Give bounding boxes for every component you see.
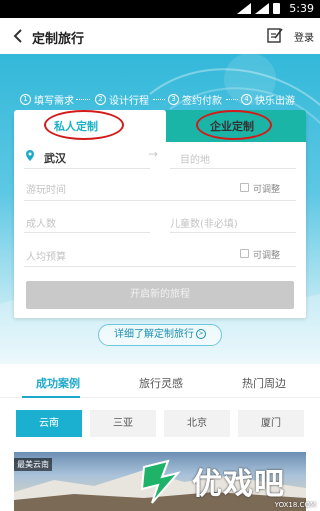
chip-yunnan[interactable]: 云南 bbox=[16, 410, 82, 437]
process-steps: 1 填写需求 2 设计行程 3 签约付款 4 快乐出游 bbox=[0, 92, 320, 108]
adjustable-checkbox[interactable] bbox=[240, 249, 249, 258]
start-journey-button[interactable]: 开启新的旅程 bbox=[26, 281, 294, 309]
adults-input[interactable]: 成人数 bbox=[26, 215, 56, 230]
location-pin-icon bbox=[26, 150, 34, 161]
battery-icon bbox=[273, 3, 280, 14]
budget-input[interactable]: 人均预算 bbox=[26, 248, 66, 263]
watermark: 优戏吧 YOX18.COM bbox=[136, 453, 320, 511]
destination-input[interactable]: 目的地 bbox=[180, 151, 210, 166]
page-title: 定制旅行 bbox=[32, 32, 85, 47]
chip-sanya[interactable]: 三亚 bbox=[90, 410, 156, 437]
status-bar: 5:39 bbox=[0, 0, 320, 18]
tab-success-cases[interactable]: 成功案例 bbox=[36, 375, 80, 391]
section-tabs: 成功案例 旅行灵感 热门周边 bbox=[0, 366, 320, 398]
active-tab-indicator bbox=[22, 396, 80, 398]
edit-icon[interactable] bbox=[266, 26, 284, 44]
travel-time-input[interactable]: 游玩时间 bbox=[26, 181, 66, 196]
chevron-right-icon: > bbox=[196, 329, 206, 339]
adjustable-checkbox[interactable] bbox=[240, 183, 249, 192]
chip-beijing[interactable]: 北京 bbox=[164, 410, 230, 437]
arrow-right-icon: → bbox=[148, 147, 159, 161]
chip-xiamen[interactable]: 厦门 bbox=[238, 410, 304, 437]
login-button[interactable]: 登录 bbox=[294, 29, 314, 44]
annotation-circle bbox=[196, 110, 272, 140]
step-item: 4 快乐出游 bbox=[241, 92, 295, 107]
adjustable-label: 可调整 bbox=[253, 251, 281, 261]
children-input[interactable]: 儿童数(非必填) bbox=[170, 215, 238, 230]
watermark-url: YOX18.COM bbox=[274, 501, 316, 509]
watermark-logo-icon bbox=[140, 459, 181, 504]
status-time: 5:39 bbox=[289, 2, 314, 15]
nav-bar: 定制旅行 登录 bbox=[0, 18, 320, 54]
signal-icon bbox=[255, 3, 269, 14]
watermark-text: 优戏吧 bbox=[192, 467, 285, 502]
back-arrow-icon[interactable] bbox=[8, 26, 28, 46]
annotation-circle bbox=[44, 110, 124, 140]
wifi-icon bbox=[237, 3, 251, 14]
tab-nearby-hot[interactable]: 热门周边 bbox=[242, 375, 286, 391]
learn-more-button[interactable]: 详细了解定制旅行 > bbox=[98, 324, 222, 346]
adjustable-label: 可调整 bbox=[253, 185, 281, 195]
step-item: 2 设计行程 bbox=[95, 92, 149, 107]
case-badge: 最美云南 bbox=[14, 458, 52, 471]
tab-travel-inspiration[interactable]: 旅行灵感 bbox=[139, 375, 183, 391]
learn-more-label: 详细了解定制旅行 bbox=[114, 329, 194, 340]
origin-field[interactable]: 武汉 bbox=[44, 150, 66, 166]
step-item: 3 签约付款 bbox=[168, 92, 222, 107]
step-item: 1 填写需求 bbox=[20, 92, 74, 107]
